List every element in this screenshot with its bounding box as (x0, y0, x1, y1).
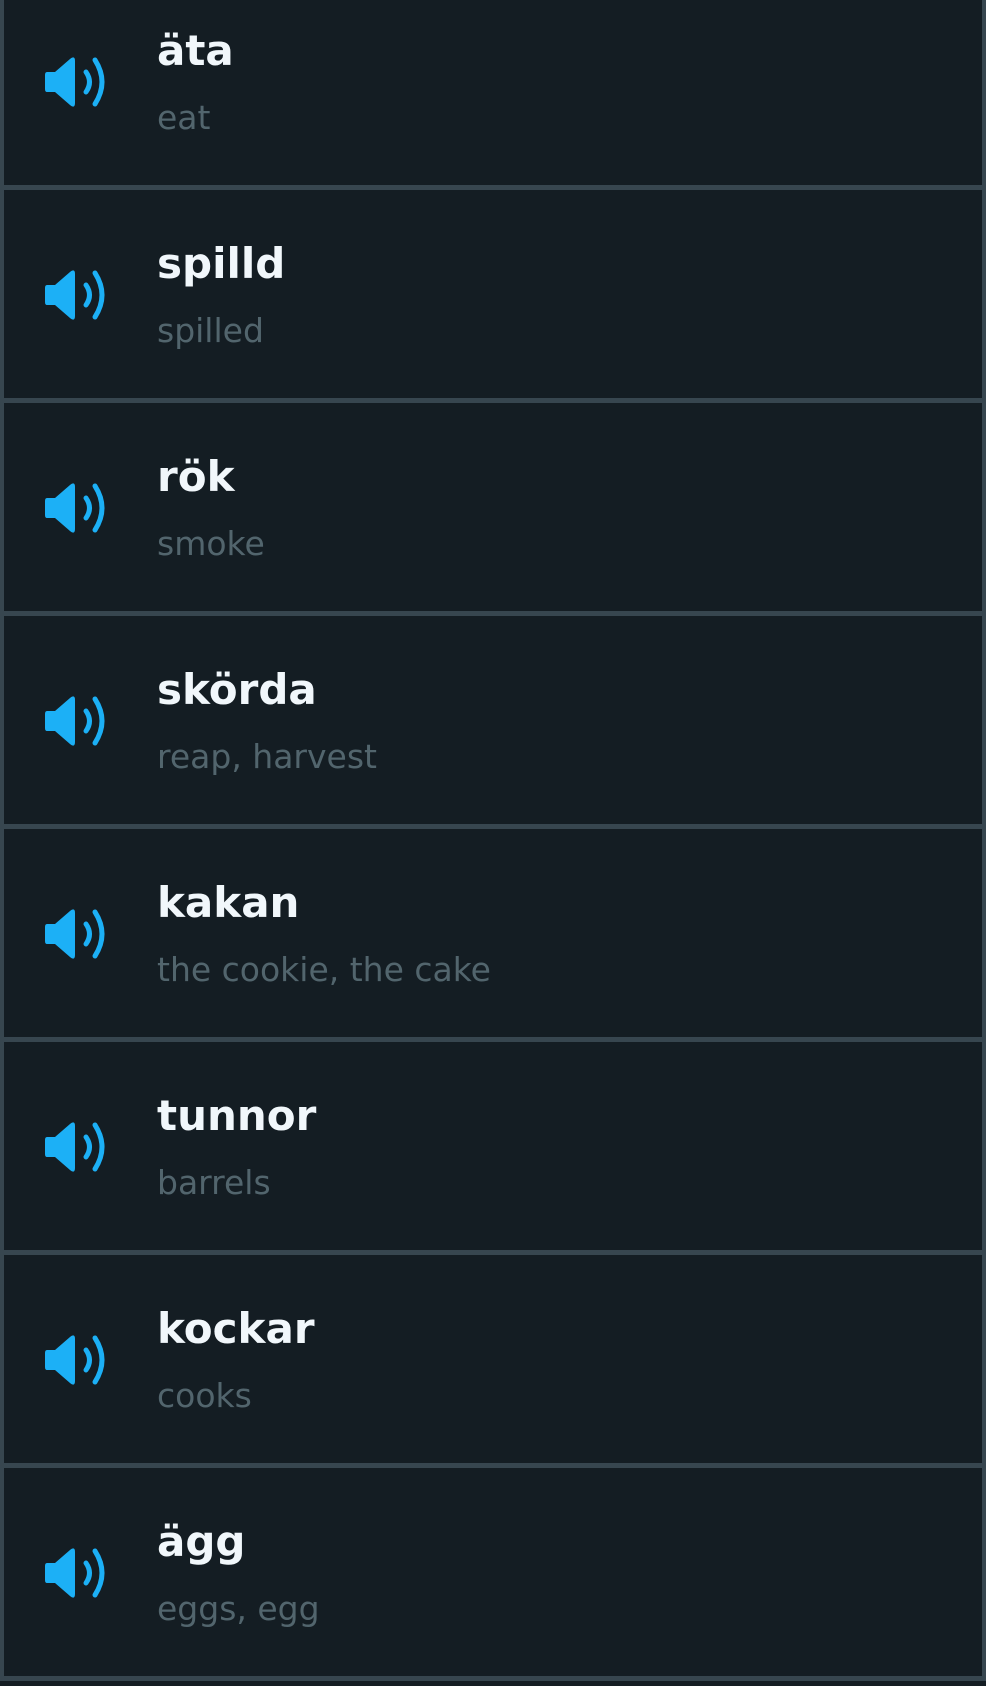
speaker-icon[interactable] (43, 268, 113, 322)
translation: reap, harvest (157, 737, 377, 776)
speaker-icon[interactable] (43, 1120, 113, 1174)
translation: the cookie, the cake (157, 950, 491, 989)
translation: eggs, egg (157, 1589, 320, 1628)
word: äta (157, 26, 234, 75)
word: rök (157, 452, 235, 501)
list-item[interactable]: kakan the cookie, the cake (0, 829, 986, 1042)
word: tunnor (157, 1091, 317, 1140)
translation: spilled (157, 311, 264, 350)
translation: barrels (157, 1163, 271, 1202)
list-item[interactable]: rök smoke (0, 403, 986, 616)
list-item[interactable]: skörda reap, harvest (0, 616, 986, 829)
speaker-icon[interactable] (43, 481, 113, 535)
word: skörda (157, 665, 317, 714)
translation: eat (157, 98, 211, 137)
speaker-icon[interactable] (43, 1546, 113, 1600)
vocabulary-list: äta eat spilld spilled rök smoke skörda … (0, 0, 986, 1681)
list-item[interactable]: äta eat (0, 0, 986, 190)
translation: cooks (157, 1376, 252, 1415)
speaker-icon[interactable] (43, 907, 113, 961)
speaker-icon[interactable] (43, 1333, 113, 1387)
list-item[interactable]: tunnor barrels (0, 1042, 986, 1255)
list-item[interactable]: kockar cooks (0, 1255, 986, 1468)
list-item[interactable]: ägg eggs, egg (0, 1468, 986, 1681)
word: ägg (157, 1517, 246, 1566)
translation: smoke (157, 524, 265, 563)
list-item[interactable]: spilld spilled (0, 190, 986, 403)
speaker-icon[interactable] (43, 55, 113, 109)
speaker-icon[interactable] (43, 694, 113, 748)
word: kockar (157, 1304, 315, 1353)
word: kakan (157, 878, 300, 927)
word: spilld (157, 239, 286, 288)
